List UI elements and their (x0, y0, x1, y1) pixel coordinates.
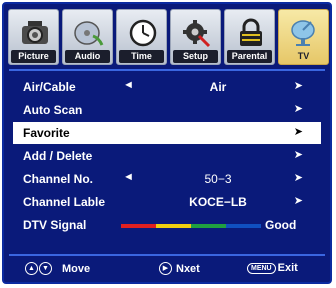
up-down-arrows-icon: ▲ ▼ (25, 262, 56, 275)
help-bar: ▲ ▼ Move ▶ Nxet MENU Exit (9, 254, 325, 282)
tab-audio[interactable]: Audio (62, 9, 113, 65)
tab-label: Parental (231, 51, 268, 61)
lock-icon (225, 16, 274, 50)
channel-no-value: 50−3 (204, 172, 232, 186)
menu-item-air-cable[interactable]: Air/Cable ◄ Air ➤ (13, 76, 321, 98)
menu-item-favorite[interactable]: Favorite ➤ (13, 122, 321, 144)
tab-tv[interactable]: TV (278, 9, 329, 65)
help-next-label: Nxet (176, 262, 200, 275)
tab-label: TV (297, 51, 310, 61)
menu-item-label: Air/Cable (23, 80, 76, 94)
right-arrow-icon[interactable]: ➤ (294, 79, 303, 92)
disc-icon (63, 16, 112, 50)
right-arrow-icon[interactable]: ➤ (294, 125, 303, 138)
right-arrow-icon[interactable]: ➤ (294, 171, 303, 184)
signal-segment (121, 224, 156, 228)
satellite-dish-icon (279, 16, 328, 50)
help-move: ▲ ▼ Move (25, 262, 90, 275)
left-arrow-icon[interactable]: ◄ (123, 171, 134, 183)
tab-label: Time (131, 51, 152, 61)
air-cable-value: Air (209, 80, 227, 94)
menu-item-label: Channel No. (23, 172, 94, 186)
menu-item-label: DTV Signal (23, 218, 87, 232)
right-arrow-icon[interactable]: ➤ (294, 148, 303, 161)
clock-icon (117, 16, 166, 50)
tab-label: Picture (18, 51, 49, 61)
menu-item-add-delete[interactable]: Add / Delete ➤ (13, 145, 321, 167)
tv-settings-list: Air/Cable ◄ Air ➤ Auto Scan ➤ Favorite ➤… (9, 69, 325, 249)
signal-segment (191, 224, 226, 228)
tab-label: Setup (182, 51, 208, 61)
right-arrow-icon[interactable]: ➤ (294, 102, 303, 115)
menu-item-label: Auto Scan (23, 103, 83, 117)
menu-key-icon: MENU (247, 262, 276, 274)
menu-item-auto-scan[interactable]: Auto Scan ➤ (13, 99, 321, 121)
signal-segment (156, 224, 191, 228)
signal-quality: Good (265, 218, 297, 232)
play-icon: ▶ (159, 262, 172, 275)
help-move-label: Move (62, 262, 91, 275)
menu-item-channel-lable[interactable]: Channel Lable KOCE−LB ➤ (13, 191, 321, 213)
tab-parental[interactable]: Parental (224, 9, 275, 65)
help-next: ▶ Nxet (159, 262, 200, 275)
channel-lable-value: KOCE−LB (189, 195, 247, 209)
menu-item-label: Channel Lable (23, 195, 106, 209)
tab-time[interactable]: Time (116, 9, 167, 65)
help-exit: MENU Exit (247, 262, 298, 274)
menu-item-label: Favorite (23, 126, 70, 140)
tab-label: Audio (74, 51, 101, 61)
tab-setup[interactable]: Setup (170, 9, 221, 65)
signal-strength-bar (121, 224, 261, 228)
help-exit-label: Exit (277, 262, 298, 274)
gear-wrench-icon (171, 16, 220, 50)
tab-picture[interactable]: Picture (8, 9, 59, 65)
left-arrow-icon[interactable]: ◄ (123, 79, 134, 91)
signal-segment (226, 224, 261, 228)
menu-item-label: Add / Delete (23, 149, 93, 163)
menu-item-dtv-signal: DTV Signal Good (13, 214, 321, 236)
menu-item-channel-no[interactable]: Channel No. ◄ 50−3 ➤ (13, 168, 321, 190)
right-arrow-icon[interactable]: ➤ (294, 194, 303, 207)
camera-icon (9, 16, 58, 50)
